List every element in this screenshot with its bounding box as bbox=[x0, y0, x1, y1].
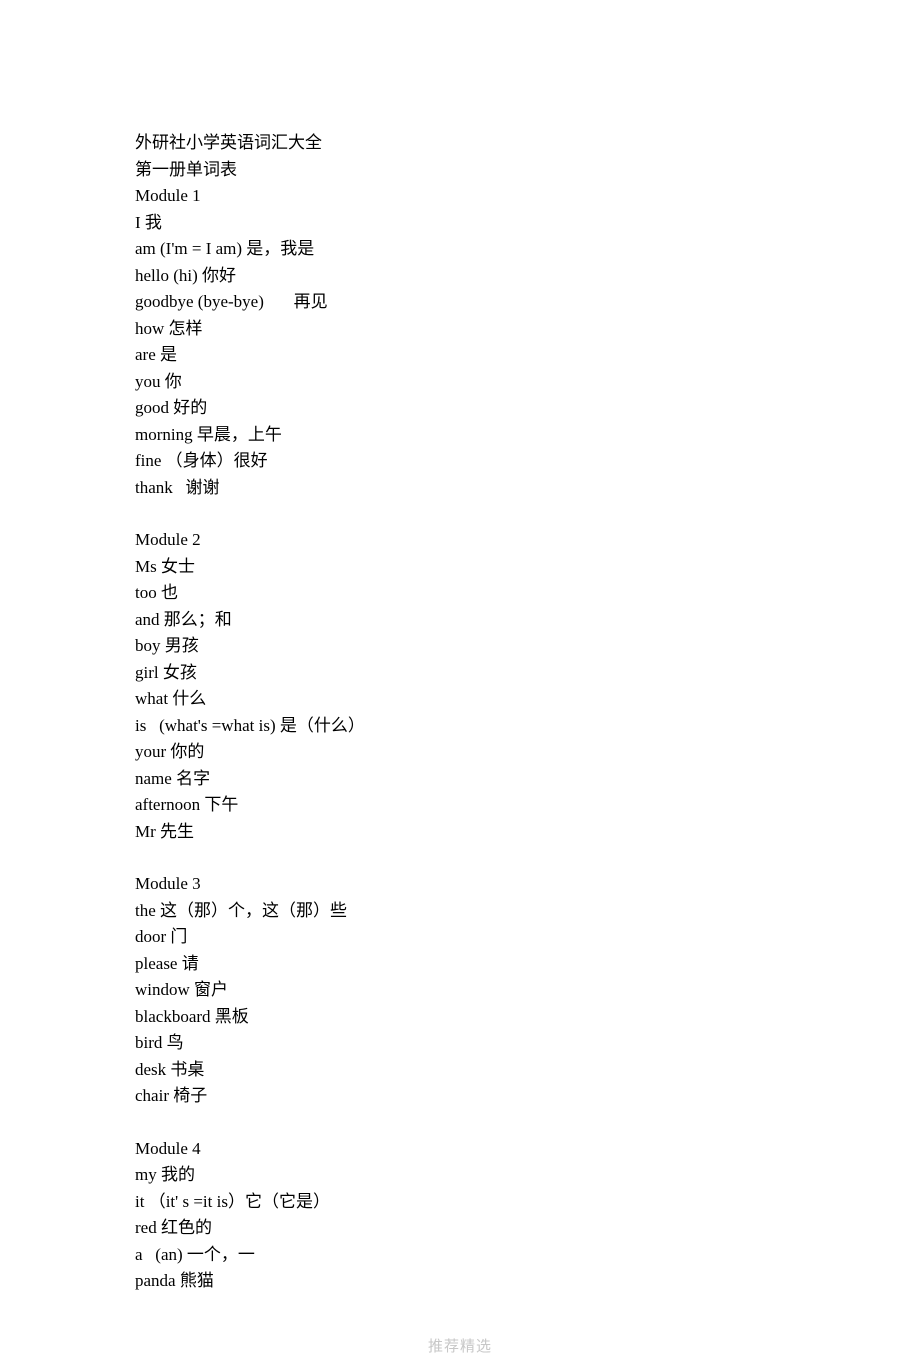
document-title: 外研社小学英语词汇大全 bbox=[135, 130, 785, 157]
vocab-entry: thank 谢谢 bbox=[135, 475, 785, 502]
document-page: 外研社小学英语词汇大全 第一册单词表 Module 1 I 我 am (I'm … bbox=[0, 0, 785, 1295]
vocab-entry: and 那么；和 bbox=[135, 607, 785, 634]
vocab-entry: the 这（那）个，这（那）些 bbox=[135, 898, 785, 925]
vocab-entry: goodbye (bye-bye) 再见 bbox=[135, 289, 785, 316]
vocab-entry: chair 椅子 bbox=[135, 1083, 785, 1110]
vocab-entry: you 你 bbox=[135, 369, 785, 396]
vocab-entry: girl 女孩 bbox=[135, 660, 785, 687]
vocab-entry: Ms 女士 bbox=[135, 554, 785, 581]
vocab-entry: panda 熊猫 bbox=[135, 1268, 785, 1295]
vocab-entry: bird 鸟 bbox=[135, 1030, 785, 1057]
vocab-entry: window 窗户 bbox=[135, 977, 785, 1004]
vocab-entry: blackboard 黑板 bbox=[135, 1004, 785, 1031]
vocab-entry: I 我 bbox=[135, 210, 785, 237]
vocab-entry: my 我的 bbox=[135, 1162, 785, 1189]
vocab-entry: hello (hi) 你好 bbox=[135, 263, 785, 290]
vocab-entry: it （it' s =it is）它（它是） bbox=[135, 1189, 785, 1216]
vocab-entry: fine （身体）很好 bbox=[135, 448, 785, 475]
vocab-entry: afternoon 下午 bbox=[135, 792, 785, 819]
vocab-entry: a (an) 一个，一 bbox=[135, 1242, 785, 1269]
module-header: Module 3 bbox=[135, 871, 785, 898]
section-spacer bbox=[135, 1110, 785, 1136]
vocab-entry: too 也 bbox=[135, 580, 785, 607]
vocab-entry: what 什么 bbox=[135, 686, 785, 713]
vocab-entry: name 名字 bbox=[135, 766, 785, 793]
vocab-entry: is (what's =what is) 是（什么） bbox=[135, 713, 785, 740]
page-footer: 推荐精选 bbox=[0, 1335, 920, 1356]
section-spacer bbox=[135, 501, 785, 527]
vocab-entry: morning 早晨，上午 bbox=[135, 422, 785, 449]
vocab-entry: Mr 先生 bbox=[135, 819, 785, 846]
section-spacer bbox=[135, 845, 785, 871]
vocab-entry: red 红色的 bbox=[135, 1215, 785, 1242]
vocab-entry: are 是 bbox=[135, 342, 785, 369]
vocab-entry: door 门 bbox=[135, 924, 785, 951]
module-header: Module 1 bbox=[135, 183, 785, 210]
module-header: Module 4 bbox=[135, 1136, 785, 1163]
vocab-entry: desk 书桌 bbox=[135, 1057, 785, 1084]
document-subtitle: 第一册单词表 bbox=[135, 157, 785, 184]
module-header: Module 2 bbox=[135, 527, 785, 554]
vocab-entry: am (I'm = I am) 是，我是 bbox=[135, 236, 785, 263]
vocab-entry: boy 男孩 bbox=[135, 633, 785, 660]
vocab-entry: good 好的 bbox=[135, 395, 785, 422]
vocab-entry: your 你的 bbox=[135, 739, 785, 766]
vocab-entry: how 怎样 bbox=[135, 316, 785, 343]
vocab-entry: please 请 bbox=[135, 951, 785, 978]
